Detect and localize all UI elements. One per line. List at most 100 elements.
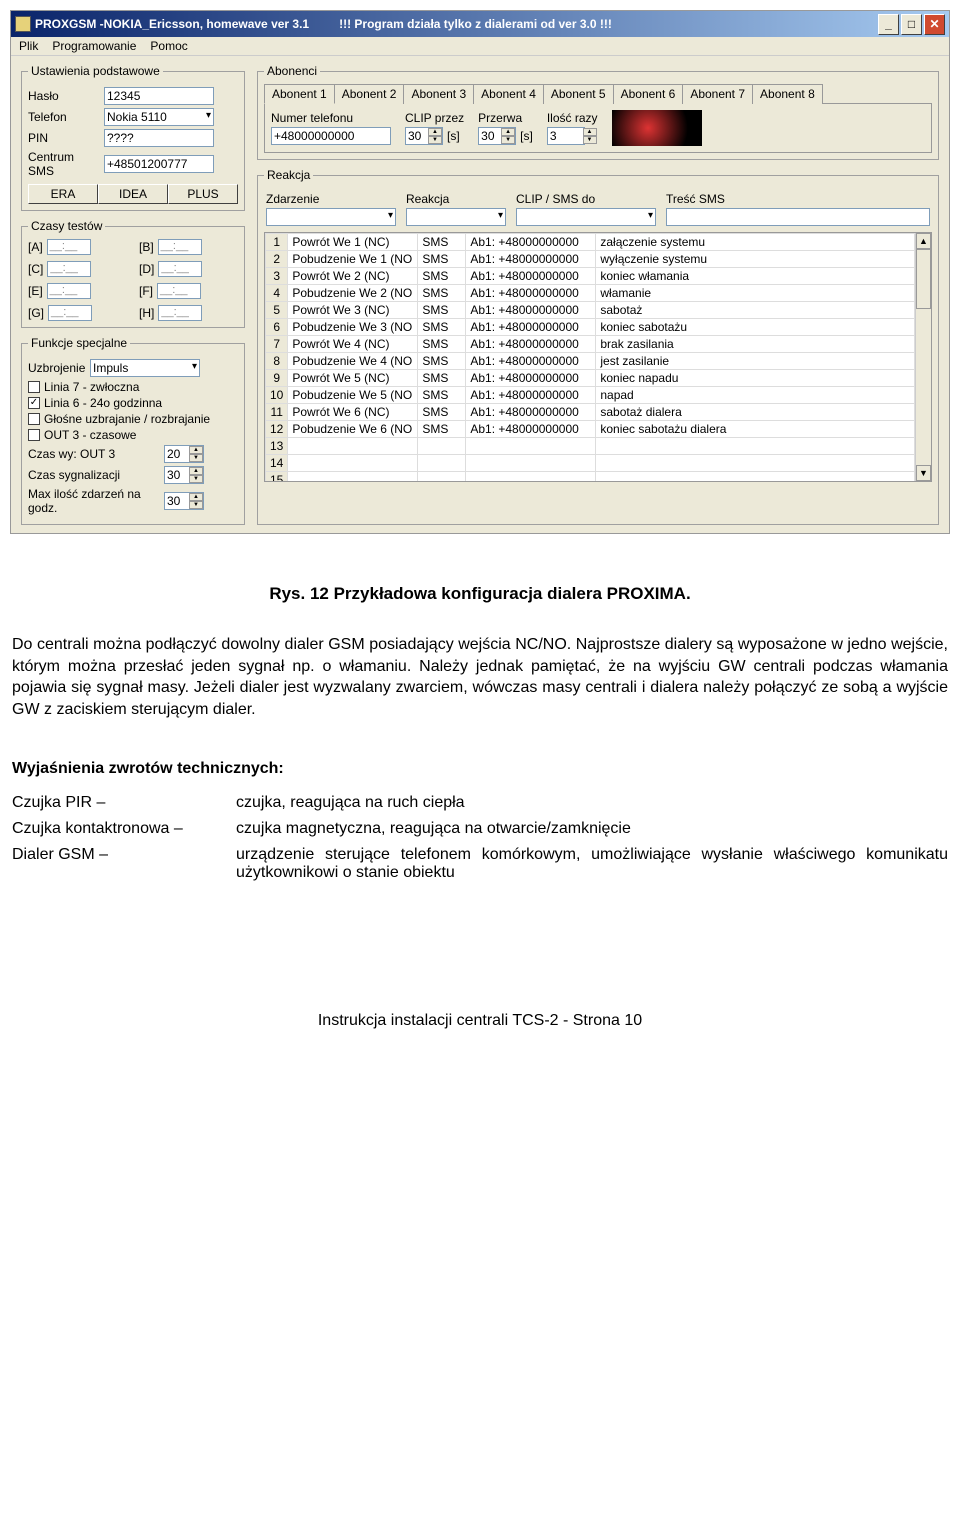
test-time-input[interactable]: __:__ (47, 239, 91, 255)
scroll-down-icon[interactable]: ▼ (916, 465, 931, 481)
table-row[interactable]: 3Powrót We 2 (NC)SMSAb1: +48000000000kon… (266, 268, 915, 285)
page-footer: Instrukcja instalacji centrali TCS-2 - S… (12, 1012, 948, 1030)
checkbox-icon (28, 397, 40, 409)
spin-down-icon[interactable]: ▼ (189, 475, 203, 483)
def-desc: czujka magnetyczna, reagująca na otwarci… (236, 820, 948, 838)
test-time-input[interactable]: __:__ (47, 261, 91, 277)
close-button[interactable]: ✕ (924, 14, 945, 35)
spin-down-icon[interactable]: ▼ (189, 501, 203, 509)
test-time-input[interactable]: __:__ (48, 305, 92, 321)
minimize-button[interactable]: _ (878, 14, 899, 35)
test-label: [B] (139, 240, 154, 254)
maximize-button[interactable]: □ (901, 14, 922, 35)
def-term: Dialer GSM – (12, 846, 212, 882)
abonent-pane: Numer telefonu +48000000000 CLIP przez 3… (264, 103, 932, 153)
menubar: Plik Programowanie Pomoc (11, 37, 949, 56)
telefon-select[interactable]: Nokia 5110 (104, 108, 214, 126)
haslo-label: Hasło (28, 89, 98, 103)
spin-down-icon[interactable]: ▼ (428, 136, 442, 144)
tab-abonent[interactable]: Abonent 2 (334, 84, 405, 104)
def-term: Czujka PIR – (12, 794, 212, 812)
table-row[interactable]: 4Pobudzenie We 2 (NOSMSAb1: +48000000000… (266, 285, 915, 302)
tresc-input[interactable] (666, 208, 930, 226)
chk-out3[interactable]: OUT 3 - czasowe (28, 428, 238, 442)
test-label: [A] (28, 240, 43, 254)
czasy-legend: Czasy testów (28, 219, 105, 233)
chk-glosne[interactable]: Głośne uzbrajanie / rozbrajanie (28, 412, 238, 426)
clip-select[interactable] (516, 208, 656, 226)
spin-up-icon[interactable]: ▲ (583, 128, 597, 136)
era-button[interactable]: ERA (28, 184, 98, 204)
table-row[interactable]: 11Powrót We 6 (NC)SMSAb1: +48000000000sa… (266, 404, 915, 421)
spin-up-icon[interactable]: ▲ (189, 467, 203, 475)
table-row[interactable]: 1Powrót We 1 (NC)SMSAb1: +48000000000zał… (266, 234, 915, 251)
app-icon (15, 16, 31, 32)
table-row[interactable]: 13 (266, 438, 915, 455)
table-row[interactable]: 6Pobudzenie We 3 (NOSMSAb1: +48000000000… (266, 319, 915, 336)
haslo-input[interactable]: 12345 (104, 87, 214, 105)
spin-up-icon[interactable]: ▲ (189, 446, 203, 454)
centrum-label: Centrum SMS (28, 150, 98, 178)
ilosc-input[interactable]: 3 (547, 127, 585, 145)
czasy-group: Czasy testów [A]__:__[B]__:__[C]__:__[D]… (21, 219, 245, 328)
numer-input[interactable]: +48000000000 (271, 127, 391, 145)
spin-up-icon[interactable]: ▲ (428, 128, 442, 136)
scroll-thumb[interactable] (916, 249, 931, 309)
pin-input[interactable]: ???? (104, 129, 214, 147)
test-time-input[interactable]: __:__ (158, 239, 202, 255)
spin-up-icon[interactable]: ▲ (189, 493, 203, 501)
table-row[interactable]: 15 (266, 472, 915, 482)
settings-group: Ustawienia podstawowe Hasło 12345 Telefo… (21, 64, 245, 211)
test-time-input[interactable]: __:__ (47, 283, 91, 299)
test-time-input[interactable]: __:__ (158, 261, 202, 277)
centrum-input[interactable]: +48501200777 (104, 155, 214, 173)
spin-down-icon[interactable]: ▼ (501, 136, 515, 144)
tab-abonent[interactable]: Abonent 1 (264, 84, 335, 104)
vertical-scrollbar[interactable]: ▲ ▼ (915, 233, 931, 481)
plus-button[interactable]: PLUS (168, 184, 238, 204)
table-row[interactable]: 10Pobudzenie We 5 (NOSMSAb1: +4800000000… (266, 387, 915, 404)
table-row[interactable]: 12Pobudzenie We 6 (NOSMSAb1: +4800000000… (266, 421, 915, 438)
logo-image (612, 110, 702, 146)
tab-abonent[interactable]: Abonent 8 (752, 84, 823, 104)
abonenci-group: Abonenci Abonent 1Abonent 2Abonent 3Abon… (257, 64, 939, 160)
spin-down-icon[interactable]: ▼ (189, 454, 203, 462)
chk-linia6[interactable]: Linia 6 - 24o godzinna (28, 396, 238, 410)
scroll-up-icon[interactable]: ▲ (916, 233, 931, 249)
tab-abonent[interactable]: Abonent 3 (403, 84, 474, 104)
table-row[interactable]: 14 (266, 455, 915, 472)
idea-button[interactable]: IDEA (98, 184, 168, 204)
spin-up-icon[interactable]: ▲ (501, 128, 515, 136)
test-label: [E] (28, 284, 43, 298)
table-row[interactable]: 8Pobudzenie We 4 (NOSMSAb1: +48000000000… (266, 353, 915, 370)
tab-abonent[interactable]: Abonent 6 (613, 84, 684, 104)
uzbrojenie-select[interactable]: Impuls (90, 359, 200, 377)
unit-label: [s] (447, 129, 460, 143)
def-term: Czujka kontaktronowa – (12, 820, 212, 838)
menu-pomoc[interactable]: Pomoc (150, 39, 187, 53)
tab-abonent[interactable]: Abonent 5 (543, 84, 614, 104)
funkcje-legend: Funkcje specjalne (28, 336, 130, 350)
header-zdarzenie: Zdarzenie (266, 192, 402, 206)
table-row[interactable]: 5Powrót We 3 (NC)SMSAb1: +48000000000sab… (266, 302, 915, 319)
table-row[interactable]: 2Pobudzenie We 1 (NOSMSAb1: +48000000000… (266, 251, 915, 268)
test-time-input[interactable]: __:__ (158, 305, 202, 321)
menu-plik[interactable]: Plik (19, 39, 38, 53)
figure-caption: Rys. 12 Przykładowa konfiguracja dialera… (12, 584, 948, 604)
table-row[interactable]: 7Powrót We 4 (NC)SMSAb1: +48000000000bra… (266, 336, 915, 353)
tab-abonent[interactable]: Abonent 4 (473, 84, 544, 104)
test-label: [F] (139, 284, 153, 298)
chk-linia7[interactable]: Linia 7 - zwłoczna (28, 380, 238, 394)
zdarzenie-select[interactable] (266, 208, 396, 226)
table-row[interactable]: 9Powrót We 5 (NC)SMSAb1: +48000000000kon… (266, 370, 915, 387)
spin-down-icon[interactable]: ▼ (583, 136, 597, 144)
header-clip: CLIP / SMS do (516, 192, 662, 206)
menu-programowanie[interactable]: Programowanie (52, 39, 136, 53)
test-time-input[interactable]: __:__ (157, 283, 201, 299)
tab-abonent[interactable]: Abonent 7 (682, 84, 753, 104)
test-label: [G] (28, 306, 44, 320)
reakcja-select[interactable] (406, 208, 506, 226)
telefon-label: Telefon (28, 110, 98, 124)
abonenci-legend: Abonenci (264, 64, 320, 78)
body-paragraph: Do centrali można podłączyć dowolny dial… (12, 634, 948, 720)
